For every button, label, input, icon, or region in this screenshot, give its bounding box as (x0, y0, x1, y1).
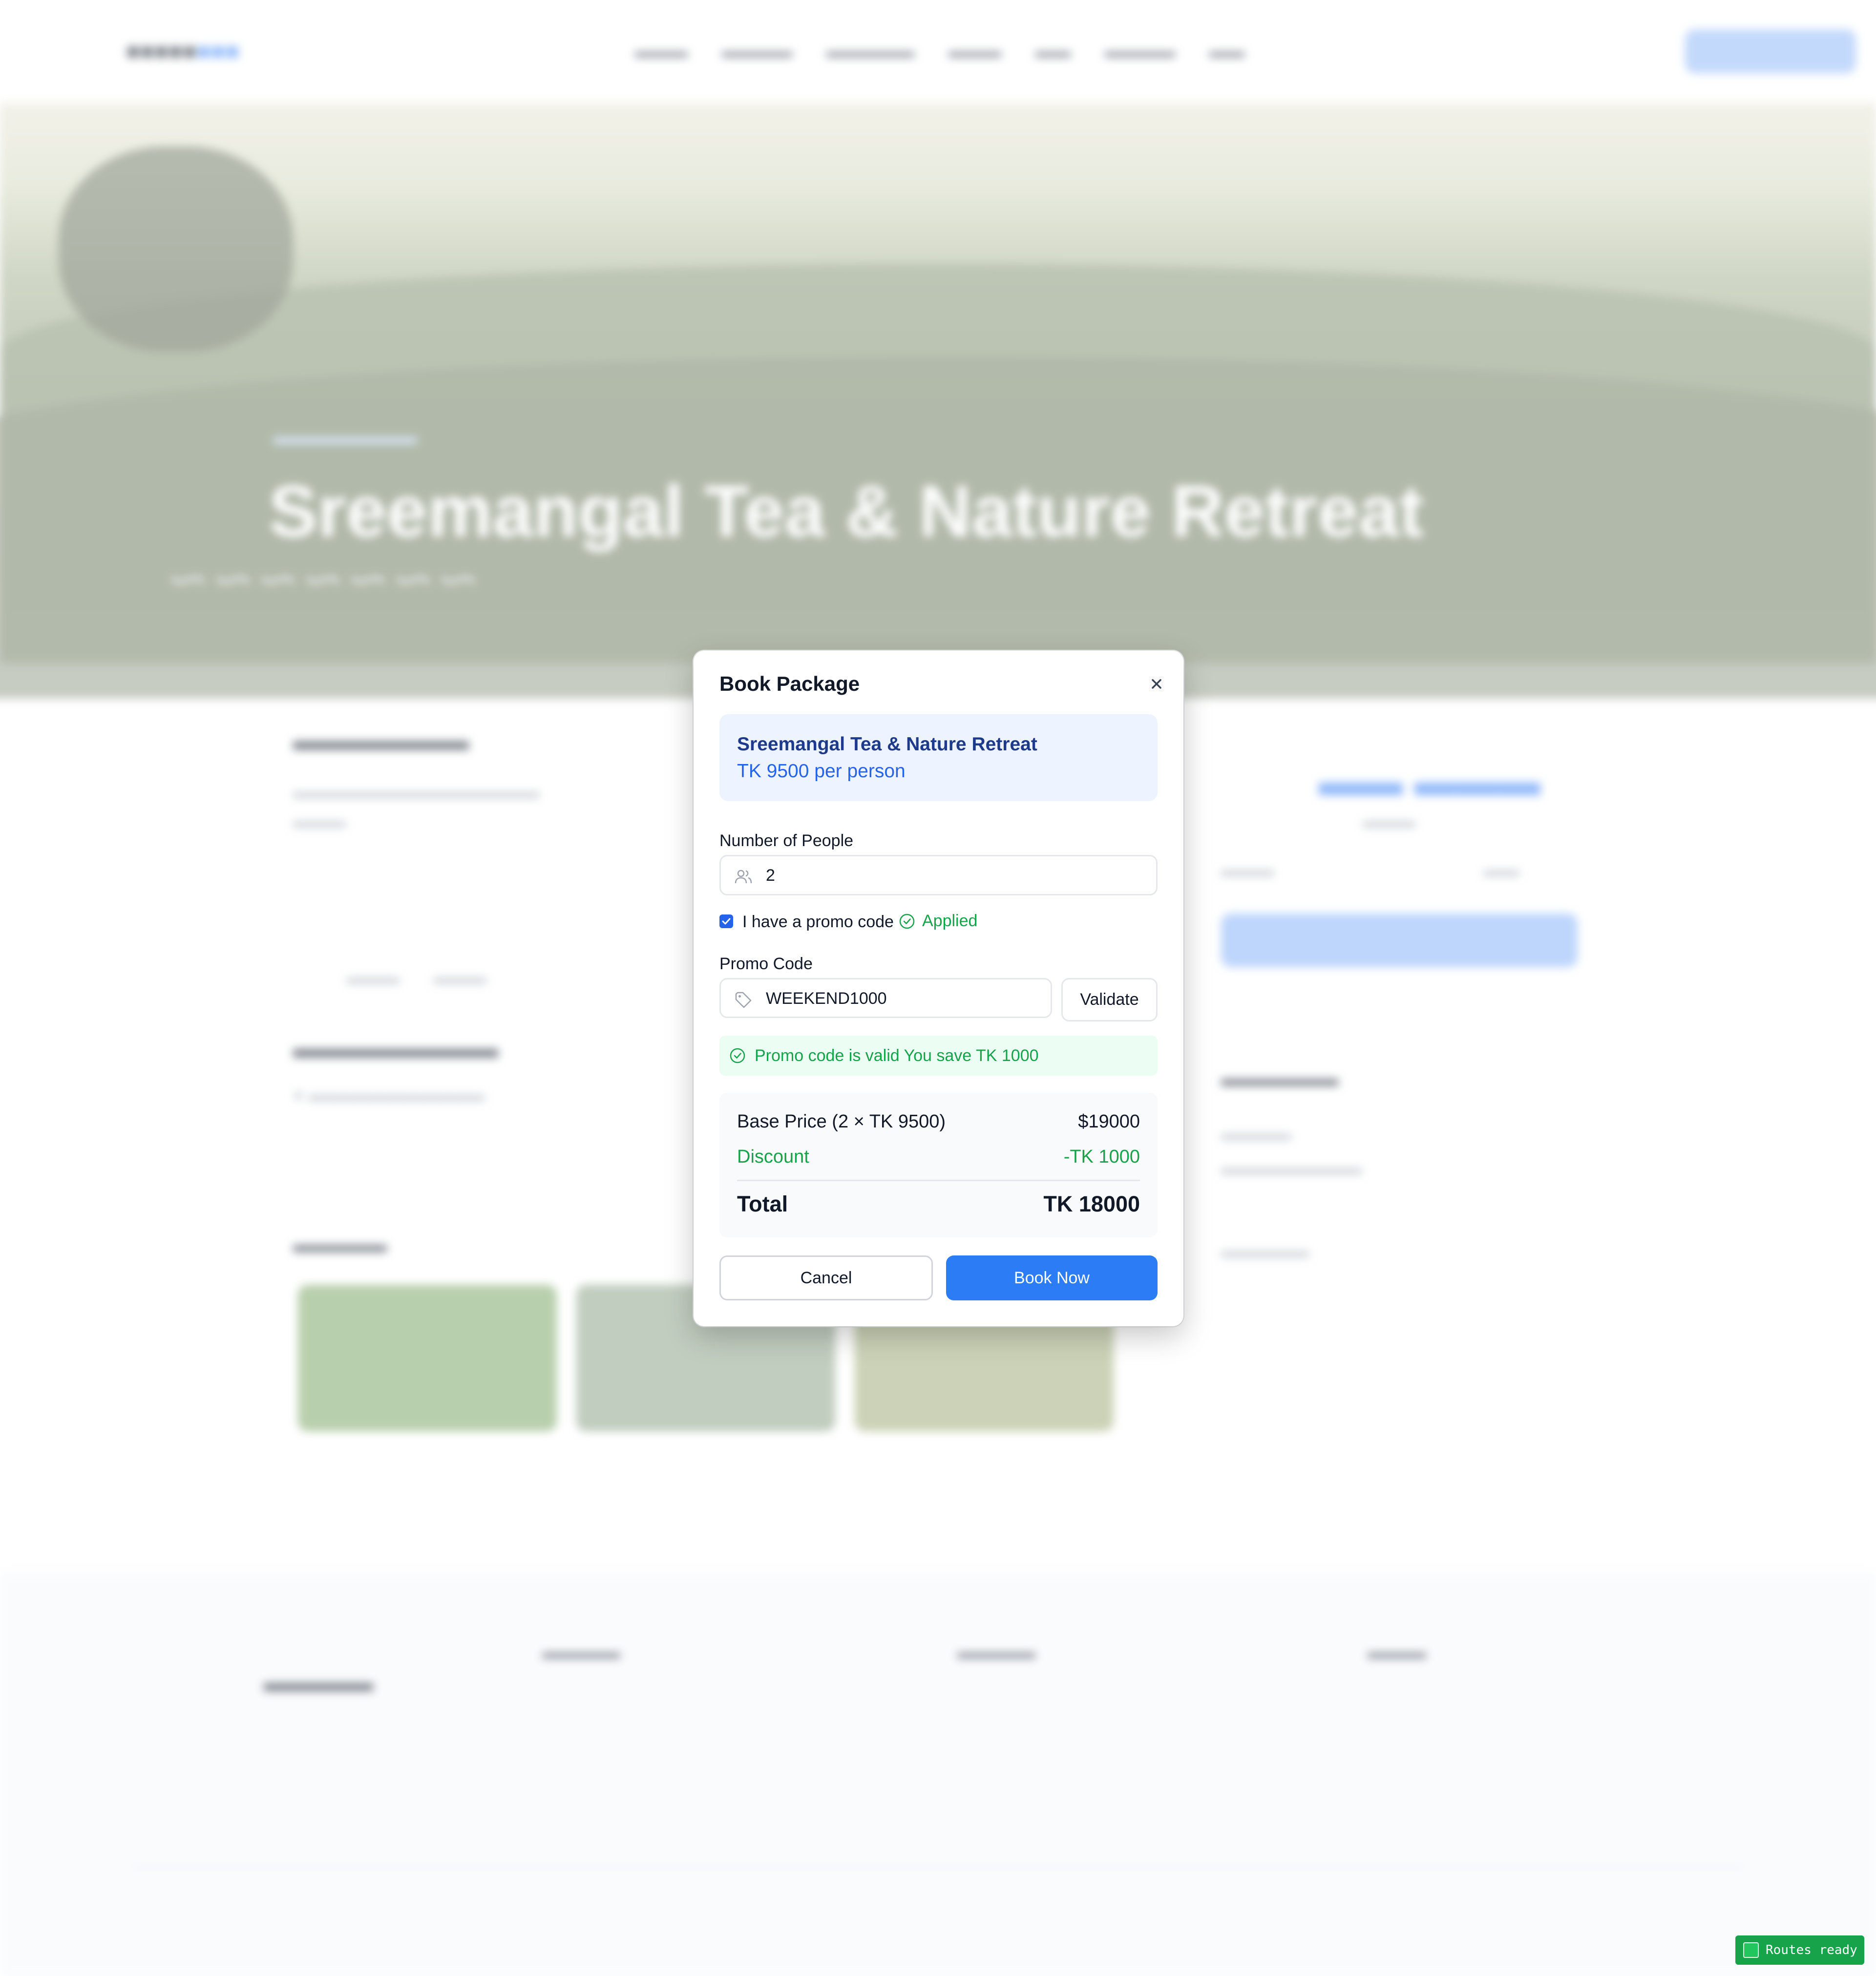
people-value: 2 (766, 866, 775, 885)
applied-badge: Applied (899, 912, 977, 931)
check-circle-icon (730, 1048, 745, 1063)
users-icon (735, 870, 752, 884)
status-check-icon (1743, 1942, 1759, 1958)
routes-status-badge: Routes ready (1735, 1935, 1864, 1965)
people-label: Number of People (719, 831, 854, 850)
total-row: Total TK 18000 (737, 1191, 1140, 1217)
applied-text: Applied (922, 912, 978, 930)
summary-divider (737, 1180, 1140, 1181)
promo-code-input[interactable]: WEEKEND1000 (719, 978, 1052, 1018)
promo-code-value: WEEKEND1000 (766, 989, 887, 1008)
check-circle-icon (899, 914, 915, 929)
book-package-modal: Book Package Sreemangal Tea & Nature Ret… (694, 651, 1183, 1326)
discount-value: -TK 1000 (1063, 1147, 1140, 1167)
modal-title: Book Package (719, 672, 860, 695)
price-summary: Base Price (2 × TK 9500) $19000 Discount… (719, 1093, 1158, 1237)
promo-checkbox-label[interactable]: I have a promo code (742, 913, 894, 932)
cancel-button[interactable]: Cancel (719, 1255, 933, 1300)
discount-label: Discount (737, 1147, 809, 1167)
book-now-button[interactable]: Book Now (946, 1255, 1158, 1300)
total-label: Total (737, 1191, 788, 1216)
promo-checkbox[interactable] (719, 914, 733, 928)
routes-status-text: Routes ready (1766, 1943, 1857, 1957)
total-value: TK 18000 (1043, 1191, 1140, 1216)
base-price-row: Base Price (2 × TK 9500) $19000 (737, 1111, 1140, 1132)
check-icon (722, 918, 731, 925)
promo-success-message: Promo code is valid You save TK 1000 (719, 1036, 1158, 1076)
people-input[interactable]: 2 (719, 855, 1158, 895)
base-price-label: Base Price (2 × TK 9500) (737, 1111, 946, 1132)
base-price-value: $19000 (1078, 1111, 1140, 1132)
close-icon (1152, 679, 1161, 689)
package-summary: Sreemangal Tea & Nature Retreat TK 9500 … (719, 714, 1158, 801)
close-button[interactable] (1143, 670, 1170, 698)
promo-label: Promo Code (719, 955, 813, 973)
validate-button[interactable]: Validate (1061, 978, 1158, 1021)
tag-icon (735, 992, 752, 1008)
package-price: TK 9500 per person (737, 761, 906, 782)
package-name: Sreemangal Tea & Nature Retreat (737, 734, 1037, 755)
promo-message-text: Promo code is valid You save TK 1000 (755, 1046, 1039, 1065)
discount-row: Discount -TK 1000 (737, 1147, 1140, 1168)
